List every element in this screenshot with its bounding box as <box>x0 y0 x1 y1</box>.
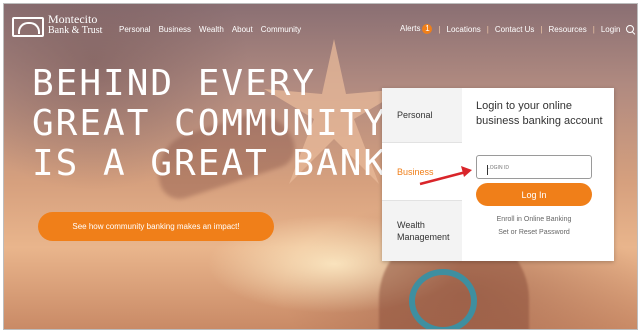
tab-wealth-management[interactable]: Wealth Management <box>382 201 462 261</box>
separator: | <box>438 24 441 34</box>
logo-mark-icon[interactable] <box>12 17 44 37</box>
logo-text[interactable]: Montecito Bank & Trust <box>48 12 103 36</box>
logo-line-1: Montecito <box>48 12 98 26</box>
nav-resources[interactable]: Resources <box>549 25 587 34</box>
nav-contact-us[interactable]: Contact Us <box>495 25 535 34</box>
bracelet-image <box>409 269 477 329</box>
nav-about[interactable]: About <box>232 25 253 34</box>
set-reset-password-link[interactable]: Set or Reset Password <box>476 229 592 236</box>
nav-alerts[interactable]: Alerts 1 <box>400 24 433 34</box>
nav-login[interactable]: Login <box>601 25 621 34</box>
hero-title-line: GREAT COMMUNITY <box>32 103 388 144</box>
login-id-input[interactable] <box>476 155 592 179</box>
log-in-button[interactable]: Log In <box>476 183 592 206</box>
main-nav: Personal Business Wealth About Community <box>119 25 301 34</box>
utility-nav: Alerts 1 | Locations | Contact Us | Resou… <box>400 24 635 34</box>
site-header: Montecito Bank & Trust Personal Business… <box>4 4 637 48</box>
hero-title-line: IS A GREAT BANK <box>32 143 388 184</box>
nav-wealth[interactable]: Wealth <box>199 25 224 34</box>
nav-personal[interactable]: Personal <box>119 25 151 34</box>
logo-line-2: Bank & Trust <box>48 25 103 36</box>
login-panel-title: Login to your online business banking ac… <box>476 100 603 127</box>
enroll-online-banking-link[interactable]: Enroll in Online Banking <box>476 216 592 223</box>
separator: | <box>486 24 489 34</box>
hero-title: BEHIND EVERY GREAT COMMUNITY IS A GREAT … <box>32 64 387 184</box>
hero-banner: Montecito Bank & Trust Personal Business… <box>3 3 638 330</box>
community-impact-button[interactable]: See how community banking makes an impac… <box>38 212 274 241</box>
tab-business[interactable]: Business <box>382 143 462 201</box>
nav-locations[interactable]: Locations <box>447 25 481 34</box>
nav-business[interactable]: Business <box>159 25 191 34</box>
text-cursor <box>487 165 488 175</box>
nav-community[interactable]: Community <box>261 25 301 34</box>
separator: | <box>540 24 543 34</box>
tab-personal[interactable]: Personal <box>382 88 462 143</box>
alerts-count-badge: 1 <box>422 24 433 34</box>
hero-title-line: BEHIND EVERY <box>32 63 317 104</box>
separator: | <box>592 24 595 34</box>
account-type-tabs: Personal Business Wealth Management <box>382 88 462 261</box>
search-icon[interactable] <box>626 24 635 34</box>
alerts-label: Alerts <box>400 24 421 33</box>
login-card: Personal Business Wealth Management Logi… <box>382 88 614 261</box>
